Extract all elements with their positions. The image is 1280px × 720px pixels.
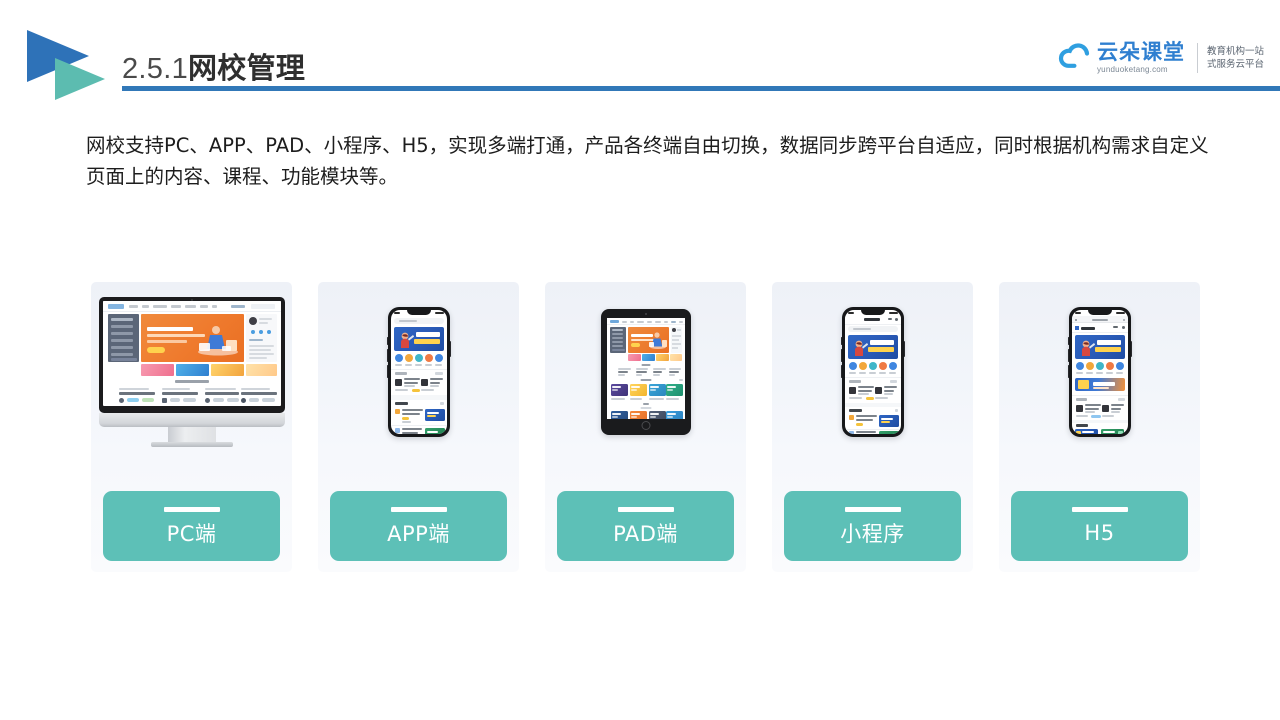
cloud-icon [1057,42,1095,74]
brand-tagline-line2: 式服务云平台 [1206,59,1264,70]
brand-tagline-line1: 教育机构一站 [1206,46,1264,57]
brand-logo: 云朵课堂 yunduoketang.com 教育机构一站 式服务云平台 [1057,36,1264,80]
page-header: 2.5.1网校管理 云朵课堂 yunduoketang.com 教育机构一站 式… [0,0,1280,110]
brand-name-block: 云朵课堂 yunduoketang.com [1097,41,1185,75]
smartphone-icon-app [318,282,519,462]
pill-dash [844,507,901,512]
card-label-pill-app[interactable]: APP端 [330,491,507,561]
card-label-pill-pc[interactable]: PC端 [103,491,280,561]
device-card-pc[interactable]: PC端 [91,282,292,572]
device-card-row: PC端 APP端 PAD端 小程序 H5 [91,282,1200,572]
body-paragraph: 网校支持PC、APP、PAD、小程序、H5，实现多端打通，产品各终端自由切换，数… [86,134,1209,188]
card-label-miniprogram: 小程序 [840,522,905,546]
card-label-pill-pad[interactable]: PAD端 [557,491,734,561]
brand-divider [1196,43,1198,73]
pill-dash [163,507,220,512]
tablet-icon [545,282,746,462]
card-label-pc: PC端 [166,522,217,546]
device-card-pad[interactable]: PAD端 [545,282,746,572]
desktop-monitor-icon [91,282,292,462]
brand-tagline: 教育机构一站 式服务云平台 [1207,45,1264,71]
pill-dash [617,507,674,512]
page-title-text: 网校管理 [188,53,306,85]
brand-name-cn: 云朵课堂 [1096,40,1185,64]
pill-dash [1071,507,1128,512]
page-title: 2.5.1网校管理 [122,45,305,87]
logo-triangle-teal [55,58,105,100]
card-label-pill-miniprogram[interactable]: 小程序 [784,491,961,561]
double-triangle-play-logo-icon [27,30,115,102]
device-card-miniprogram[interactable]: 小程序 [772,282,973,572]
page-title-number: 2.5.1 [122,53,188,85]
card-label-h5: H5 [1084,521,1115,545]
card-label-pill-h5[interactable]: H5 [1011,491,1188,561]
card-label-app: APP端 [387,522,450,546]
card-label-pad: PAD端 [613,522,678,546]
pill-dash [390,507,447,512]
smartphone-browser-icon-h5 [999,282,1200,462]
device-card-app[interactable]: APP端 [318,282,519,572]
device-card-h5[interactable]: H5 [999,282,1200,572]
smartphone-icon-miniprogram [772,282,973,462]
brand-url: yunduoketang.com [1096,65,1168,74]
title-underline-rule [122,86,1280,91]
